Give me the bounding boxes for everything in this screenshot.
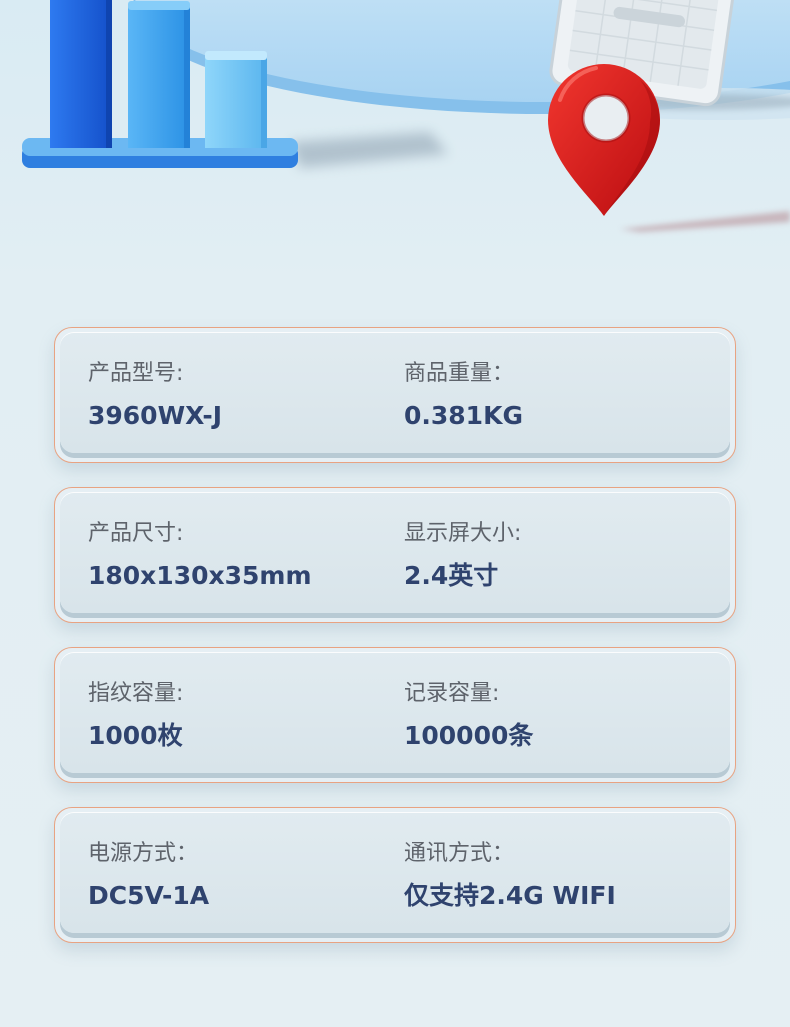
spec-card: 电源方式： DC5V-1A 通讯方式： 仅支持2.4G WIFI (54, 807, 736, 943)
spec-card: 产品型号: 3960WX-J 商品重量： 0.381KG (54, 327, 736, 463)
spec-label: 通讯方式： (404, 841, 515, 866)
spec-value: 180x130x35mm (88, 561, 312, 590)
spec-card: 指纹容量: 1000枚 记录容量: 100000条 (54, 647, 736, 783)
spec-value: 100000条 (404, 721, 534, 750)
spec-label: 记录容量: (404, 681, 500, 706)
spec-value: 1000枚 (88, 721, 183, 750)
spec-card-panel (60, 492, 730, 613)
spec-value: 2.4英寸 (404, 561, 499, 590)
spec-value: 仅支持2.4G WIFI (404, 881, 616, 910)
spec-card-panel (60, 332, 730, 453)
spec-label: 商品重量： (404, 361, 515, 386)
spec-value: 0.381KG (404, 401, 523, 430)
hero-illustration (22, 0, 790, 232)
spec-value: DC5V-1A (88, 881, 210, 910)
spec-card-panel (60, 812, 730, 933)
spec-label: 产品型号: (88, 361, 184, 386)
spec-label: 产品尺寸: (88, 521, 184, 546)
spec-label: 电源方式： (88, 841, 199, 866)
spec-card-panel (60, 652, 730, 773)
spec-label: 指纹容量: (88, 681, 184, 706)
spec-card: 产品尺寸: 180x130x35mm 显示屏大小: 2.4英寸 (54, 487, 736, 623)
spec-label: 显示屏大小: (404, 521, 522, 546)
spec-value: 3960WX-J (88, 401, 223, 430)
location-pin-icon (548, 64, 660, 216)
